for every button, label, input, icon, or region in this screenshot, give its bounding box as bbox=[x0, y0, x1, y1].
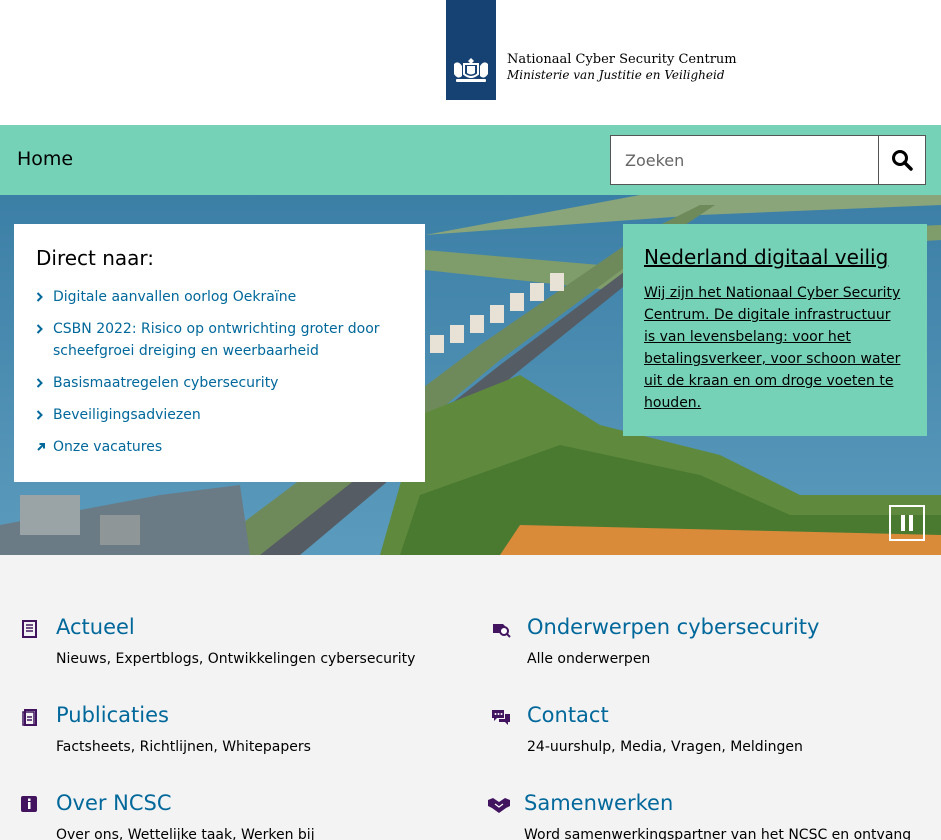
tile-title[interactable]: Over NCSC bbox=[56, 791, 172, 815]
logo-text: Nationaal Cyber Security Centrum Ministe… bbox=[507, 52, 737, 83]
direct-links-panel: Direct naar: Digitale aanvallen oorlog O… bbox=[14, 224, 425, 482]
handshake-icon bbox=[488, 798, 510, 813]
external-arrow-icon bbox=[37, 443, 45, 451]
search-icon bbox=[892, 150, 913, 171]
promo-title[interactable]: Nederland digitaal veilig bbox=[644, 244, 906, 270]
site-header: Nationaal Cyber Security Centrum Ministe… bbox=[0, 0, 941, 125]
direct-link-vacatures[interactable]: Onze vacatures bbox=[36, 436, 403, 458]
promo-text[interactable]: Wij zijn het Nationaal Cyber Security Ce… bbox=[644, 282, 906, 414]
main-navbar: Home bbox=[0, 125, 941, 195]
chevron-right-icon bbox=[36, 410, 43, 420]
search-box bbox=[610, 135, 878, 185]
direct-link-label: CSBN 2022: Risico op ontwrichting groter… bbox=[53, 321, 380, 359]
coat-of-arms-icon bbox=[454, 58, 488, 82]
tile-title[interactable]: Contact bbox=[527, 703, 609, 727]
direct-link-ukraine[interactable]: Digitale aanvallen oorlog Oekraïne bbox=[36, 286, 403, 308]
direct-link-label: Digitale aanvallen oorlog Oekraïne bbox=[53, 289, 297, 305]
tile-title[interactable]: Publicaties bbox=[56, 703, 169, 727]
tile-desc: 24-uurshulp, Media, Vragen, Meldingen bbox=[527, 739, 803, 755]
direct-link-beveiligingsadviezen[interactable]: Beveiligingsadviezen bbox=[36, 404, 403, 426]
promo-panel[interactable]: Nederland digitaal veilig Wij zijn het N… bbox=[623, 224, 927, 436]
direct-link-label: Onze vacatures bbox=[53, 439, 163, 455]
rijksoverheid-logo[interactable] bbox=[446, 0, 496, 100]
tile-title[interactable]: Samenwerken bbox=[524, 791, 673, 815]
direct-link-csbn[interactable]: CSBN 2022: Risico op ontwrichting groter… bbox=[36, 318, 403, 362]
direct-link-label: Beveiligingsadviezen bbox=[53, 407, 201, 423]
nav-home-link[interactable]: Home bbox=[17, 148, 73, 170]
logo-subtitle: Ministerie van Justitie en Veiligheid bbox=[507, 68, 725, 82]
newspaper-icon bbox=[22, 620, 37, 638]
document-icon bbox=[22, 709, 37, 726]
info-icon bbox=[21, 796, 37, 812]
chevron-right-icon bbox=[36, 292, 43, 302]
hero-banner: Direct naar: Digitale aanvallen oorlog O… bbox=[0, 195, 941, 555]
direct-links-list: Digitale aanvallen oorlog Oekraïne CSBN … bbox=[36, 286, 403, 458]
pause-button[interactable] bbox=[889, 505, 925, 541]
chevron-right-icon bbox=[36, 324, 43, 334]
tile-title[interactable]: Onderwerpen cybersecurity bbox=[527, 615, 819, 639]
direct-links-title: Direct naar: bbox=[36, 246, 155, 270]
logo-title: Nationaal Cyber Security Centrum bbox=[507, 52, 737, 67]
tile-desc: Factsheets, Richtlijnen, Whitepapers bbox=[56, 739, 311, 755]
tile-desc: Alle onderwerpen bbox=[527, 651, 651, 667]
tile-desc: Over ons, Wettelijke taak, Werken bij bbox=[56, 827, 315, 840]
tile-desc: Word samenwerkingspartner van het NCSC e… bbox=[524, 827, 912, 840]
pause-icon bbox=[901, 515, 905, 531]
category-tiles: Actueel Nieuws, Expertblogs, Ontwikkelin… bbox=[0, 555, 941, 840]
topics-icon bbox=[493, 624, 511, 638]
chevron-right-icon bbox=[36, 378, 43, 388]
search-button[interactable] bbox=[878, 135, 926, 185]
chat-icon bbox=[492, 710, 510, 725]
pause-icon bbox=[909, 515, 913, 531]
direct-link-label: Basismaatregelen cybersecurity bbox=[53, 375, 279, 391]
direct-link-basismaatregelen[interactable]: Basismaatregelen cybersecurity bbox=[36, 372, 403, 394]
tile-desc: Nieuws, Expertblogs, Ontwikkelingen cybe… bbox=[56, 651, 416, 667]
tile-title[interactable]: Actueel bbox=[56, 615, 135, 639]
search-input[interactable] bbox=[611, 136, 878, 184]
